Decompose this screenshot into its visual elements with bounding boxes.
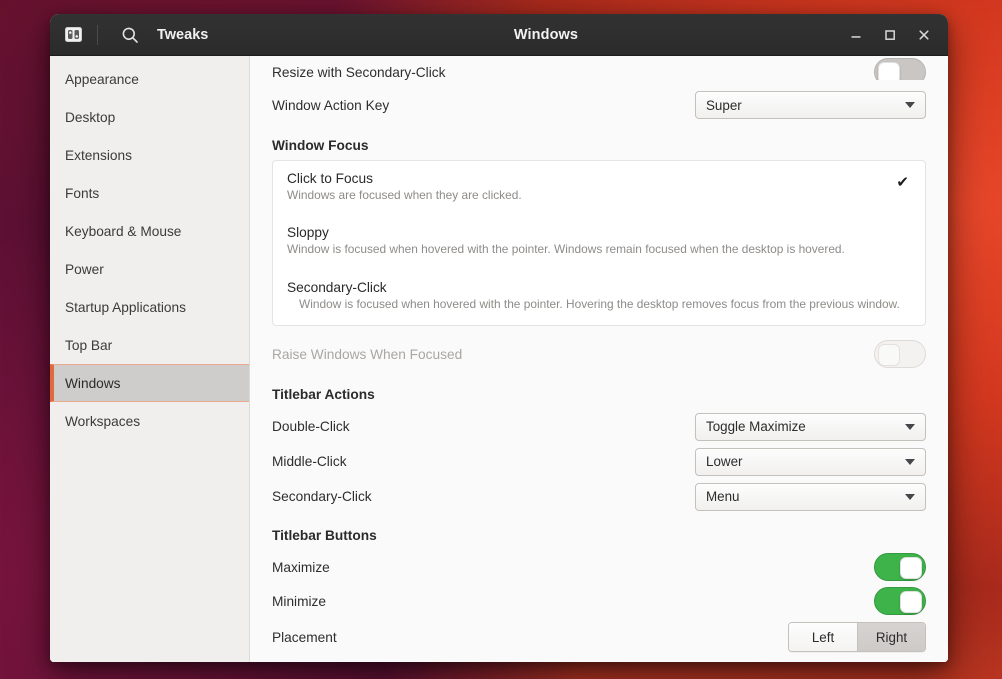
row-label: Minimize [272, 593, 326, 609]
focus-option-title: Secondary-Click [287, 279, 387, 295]
sidebar: Appearance Desktop Extensions Fonts Keyb… [50, 56, 250, 662]
row-label: Secondary-Click [272, 489, 372, 505]
section-heading-titlebar-actions: Titlebar Actions [272, 387, 375, 403]
headerbar-separator [97, 24, 98, 45]
sidebar-item-extensions[interactable]: Extensions [50, 136, 249, 174]
row-label: Window Action Key [272, 97, 390, 113]
placement-option-left[interactable]: Left [789, 623, 857, 652]
focus-option-sloppy[interactable]: Sloppy Window is focused when hovered wi… [273, 213, 925, 267]
sidebar-item-label: Keyboard & Mouse [65, 223, 182, 239]
sidebar-item-label: Top Bar [65, 337, 113, 353]
row-label: Placement [272, 629, 337, 645]
setting-row-placement: Placement Left Right [272, 618, 926, 656]
maximize-icon-glyph [885, 29, 895, 40]
focus-option-click-to-focus[interactable]: Click to Focus Windows are focused when … [273, 161, 925, 213]
chevron-down-icon [905, 423, 915, 430]
sidebar-item-workspaces[interactable]: Workspaces [50, 402, 249, 440]
toggle-knob [878, 62, 900, 80]
maximize-toggle[interactable] [874, 553, 926, 582]
dropdown-value: Super [706, 97, 742, 113]
focus-option-texts: Sloppy Window is focused when hovered wi… [287, 225, 909, 257]
close-icon-glyph [919, 29, 929, 40]
chevron-down-icon [905, 493, 915, 500]
focus-option-description: Windows are focused when they are clicke… [287, 188, 522, 202]
double-click-dropdown[interactable]: Toggle Maximize [695, 412, 926, 441]
search-icon-glyph [122, 27, 138, 43]
window-title: Windows [513, 26, 579, 43]
minimize-icon-glyph [851, 35, 861, 38]
minimize-toggle[interactable] [874, 587, 926, 616]
window-headerbar: Tweaks Windows [50, 14, 948, 56]
sidebar-item-appearance[interactable]: Appearance [50, 60, 249, 98]
tweaks-window: Tweaks Windows Appearance Desktop Extens… [50, 14, 948, 662]
setting-row-middle-click: Middle-Click Lower [272, 444, 926, 479]
focus-option-texts: Click to Focus Windows are focused when … [287, 171, 896, 203]
window-focus-option-list: Click to Focus Windows are focused when … [272, 160, 926, 327]
sidebar-item-power[interactable]: Power [50, 250, 249, 288]
focus-option-description: Window is focused when hovered with the … [299, 296, 900, 311]
sidebar-item-startup-applications[interactable]: Startup Applications [50, 288, 249, 326]
sidebar-item-label: Windows [65, 375, 121, 391]
toggle-knob [900, 591, 922, 614]
headerbar-left: Tweaks [50, 14, 250, 55]
tweaks-app-icon-glyph [64, 27, 82, 42]
sidebar-item-label: Power [65, 261, 104, 277]
sidebar-item-label: Fonts [65, 185, 100, 201]
setting-row-resize-with-secondary-click: Resize with Secondary-Click [272, 56, 926, 80]
resize-with-secondary-click-toggle[interactable] [874, 58, 926, 80]
settings-content: Resize with Secondary-Click Window Actio… [250, 56, 948, 662]
focus-option-title: Click to Focus [287, 171, 373, 186]
row-label: Resize with Secondary-Click [272, 65, 446, 80]
maximize-icon[interactable] [876, 21, 904, 49]
window-body: Appearance Desktop Extensions Fonts Keyb… [50, 56, 948, 662]
minimize-icon[interactable] [842, 21, 870, 49]
sidebar-item-keyboard-and-mouse[interactable]: Keyboard & Mouse [50, 212, 249, 250]
middle-click-dropdown[interactable]: Lower [695, 447, 926, 476]
search-icon[interactable] [115, 20, 145, 50]
row-label: Raise Windows When Focused [272, 346, 463, 362]
focus-option-description: Window is focused when hovered with the … [287, 242, 845, 257]
focus-option-secondary-click[interactable]: Secondary-Click Window is focused when h… [273, 268, 925, 325]
placement-option-right[interactable]: Right [857, 623, 925, 652]
focus-option-texts: Secondary-Click Window is focused when h… [287, 280, 909, 312]
dropdown-value: Menu [706, 489, 740, 505]
sidebar-item-top-bar[interactable]: Top Bar [50, 326, 249, 364]
setting-row-secondary-click: Secondary-Click Menu [272, 479, 926, 514]
sidebar-item-label: Workspaces [65, 413, 141, 429]
sidebar-item-label: Appearance [65, 71, 139, 87]
close-icon[interactable] [910, 21, 938, 49]
row-label: Maximize [272, 559, 330, 575]
tweaks-app-icon[interactable] [58, 20, 88, 50]
dropdown-value: Lower [706, 454, 743, 470]
setting-row-window-action-key: Window Action Key Super [272, 88, 926, 122]
app-name-label: Tweaks [157, 26, 209, 43]
row-label: Middle-Click [272, 454, 347, 470]
section-heading-titlebar-buttons: Titlebar Buttons [272, 528, 377, 544]
setting-row-maximize: Maximize [272, 550, 926, 584]
checkmark-icon: ✔ [896, 174, 909, 191]
window-controls [842, 21, 948, 49]
chevron-down-icon [905, 102, 915, 108]
focus-option-title: Sloppy [287, 225, 329, 241]
setting-row-minimize: Minimize [272, 584, 926, 618]
secondary-click-dropdown[interactable]: Menu [695, 482, 926, 511]
chevron-down-icon [905, 458, 915, 465]
row-label: Double-Click [272, 419, 350, 435]
setting-row-double-click: Double-Click Toggle Maximize [272, 409, 926, 444]
setting-row-raise-windows-when-focused: Raise Windows When Focused [272, 337, 926, 371]
window-action-key-dropdown[interactable]: Super [695, 91, 926, 119]
dropdown-value: Toggle Maximize [706, 419, 806, 435]
raise-windows-when-focused-toggle[interactable] [874, 340, 926, 369]
toggle-knob [900, 557, 922, 580]
headerbar-title-area: Windows [250, 27, 842, 43]
toggle-knob [878, 344, 900, 367]
sidebar-item-desktop[interactable]: Desktop [50, 98, 249, 136]
sidebar-item-windows[interactable]: Windows [50, 364, 249, 402]
sidebar-item-fonts[interactable]: Fonts [50, 174, 249, 212]
section-heading-window-focus: Window Focus [272, 138, 369, 153]
sidebar-item-label: Extensions [65, 147, 132, 163]
sidebar-item-label: Desktop [65, 109, 116, 125]
placement-segmented-control: Left Right [788, 622, 926, 653]
sidebar-item-label: Startup Applications [65, 299, 186, 315]
